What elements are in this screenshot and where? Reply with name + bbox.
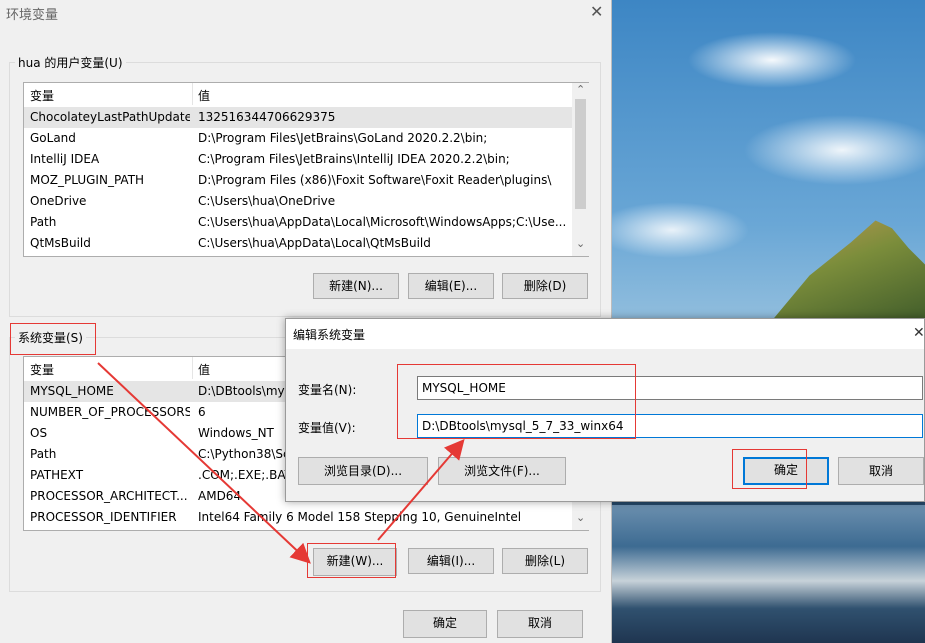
arrow-to-new-button — [97, 362, 311, 564]
arrow-to-fields — [377, 438, 465, 541]
annotation-arrows — [97, 362, 465, 564]
